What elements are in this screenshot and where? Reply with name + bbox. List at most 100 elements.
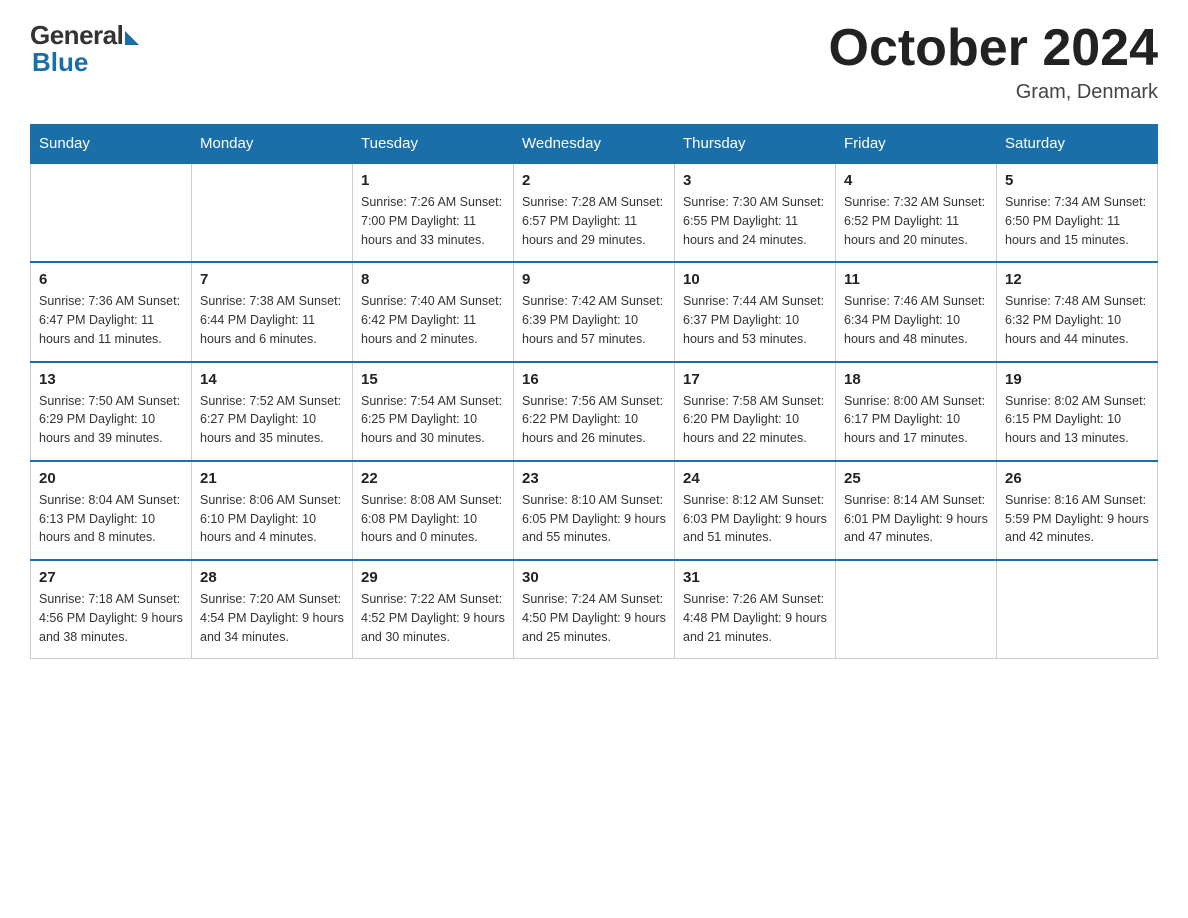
calendar-cell: 18 Sunrise: 8:00 AM Sunset: 6:17 PM Dayli… <box>836 362 997 461</box>
week-row-3: 13 Sunrise: 7:50 AM Sunset: 6:29 PM Dayli… <box>31 362 1158 461</box>
day-info: Sunrise: 7:38 AM Sunset: 6:44 PM Dayligh… <box>200 292 344 348</box>
day-number: 7 <box>200 271 344 288</box>
calendar-cell: 6 Sunrise: 7:36 AM Sunset: 6:47 PM Daylig… <box>31 262 192 361</box>
calendar-cell <box>192 163 353 262</box>
calendar-cell: 29 Sunrise: 7:22 AM Sunset: 4:52 PM Dayli… <box>353 560 514 659</box>
calendar-cell: 9 Sunrise: 7:42 AM Sunset: 6:39 PM Daylig… <box>514 262 675 361</box>
calendar-cell: 21 Sunrise: 8:06 AM Sunset: 6:10 PM Dayli… <box>192 461 353 560</box>
day-number: 12 <box>1005 271 1149 288</box>
calendar-table: SundayMondayTuesdayWednesdayThursdayFrid… <box>30 124 1158 659</box>
day-number: 17 <box>683 371 827 388</box>
day-info: Sunrise: 7:34 AM Sunset: 6:50 PM Dayligh… <box>1005 193 1149 249</box>
day-number: 20 <box>39 470 183 487</box>
day-info: Sunrise: 8:00 AM Sunset: 6:17 PM Dayligh… <box>844 392 988 448</box>
calendar-cell: 31Sunrise: 7:26 AM Sunset: 4:48 PM Dayli… <box>675 560 836 659</box>
day-number: 14 <box>200 371 344 388</box>
week-row-4: 20 Sunrise: 8:04 AM Sunset: 6:13 PM Dayli… <box>31 461 1158 560</box>
day-info: Sunrise: 8:12 AM Sunset: 6:03 PM Dayligh… <box>683 491 827 547</box>
day-number: 27 <box>39 569 183 586</box>
day-number: 23 <box>522 470 666 487</box>
weekday-header-row: SundayMondayTuesdayWednesdayThursdayFrid… <box>31 125 1158 164</box>
day-info: Sunrise: 7:56 AM Sunset: 6:22 PM Dayligh… <box>522 392 666 448</box>
calendar-cell: 27 Sunrise: 7:18 AM Sunset: 4:56 PM Dayli… <box>31 560 192 659</box>
logo-blue-text: Blue <box>30 47 88 78</box>
day-info: Sunrise: 7:40 AM Sunset: 6:42 PM Dayligh… <box>361 292 505 348</box>
day-info: Sunrise: 7:42 AM Sunset: 6:39 PM Dayligh… <box>522 292 666 348</box>
weekday-header-tuesday: Tuesday <box>353 125 514 164</box>
day-number: 6 <box>39 271 183 288</box>
calendar-cell: 5 Sunrise: 7:34 AM Sunset: 6:50 PM Daylig… <box>997 163 1158 262</box>
day-number: 28 <box>200 569 344 586</box>
day-info: Sunrise: 7:58 AM Sunset: 6:20 PM Dayligh… <box>683 392 827 448</box>
day-number: 9 <box>522 271 666 288</box>
day-number: 19 <box>1005 371 1149 388</box>
day-number: 29 <box>361 569 505 586</box>
day-info: Sunrise: 7:20 AM Sunset: 4:54 PM Dayligh… <box>200 590 344 646</box>
day-info: Sunrise: 7:22 AM Sunset: 4:52 PM Dayligh… <box>361 590 505 646</box>
calendar-cell: 11 Sunrise: 7:46 AM Sunset: 6:34 PM Dayli… <box>836 262 997 361</box>
location-title: Gram, Denmark <box>829 81 1159 104</box>
day-number: 8 <box>361 271 505 288</box>
day-info: Sunrise: 7:36 AM Sunset: 6:47 PM Dayligh… <box>39 292 183 348</box>
day-info: Sunrise: 8:04 AM Sunset: 6:13 PM Dayligh… <box>39 491 183 547</box>
day-number: 30 <box>522 569 666 586</box>
day-number: 24 <box>683 470 827 487</box>
day-number: 15 <box>361 371 505 388</box>
day-number: 3 <box>683 172 827 189</box>
calendar-cell: 19Sunrise: 8:02 AM Sunset: 6:15 PM Dayli… <box>997 362 1158 461</box>
day-info: Sunrise: 7:30 AM Sunset: 6:55 PM Dayligh… <box>683 193 827 249</box>
calendar-cell: 24 Sunrise: 8:12 AM Sunset: 6:03 PM Dayli… <box>675 461 836 560</box>
day-number: 2 <box>522 172 666 189</box>
day-info: Sunrise: 7:18 AM Sunset: 4:56 PM Dayligh… <box>39 590 183 646</box>
calendar-cell: 3 Sunrise: 7:30 AM Sunset: 6:55 PM Daylig… <box>675 163 836 262</box>
weekday-header-saturday: Saturday <box>997 125 1158 164</box>
logo: General Blue <box>30 20 139 78</box>
weekday-header-thursday: Thursday <box>675 125 836 164</box>
day-number: 21 <box>200 470 344 487</box>
calendar-cell: 2Sunrise: 7:28 AM Sunset: 6:57 PM Daylig… <box>514 163 675 262</box>
weekday-header-wednesday: Wednesday <box>514 125 675 164</box>
calendar-cell: 1 Sunrise: 7:26 AM Sunset: 7:00 PM Daylig… <box>353 163 514 262</box>
calendar-cell: 8 Sunrise: 7:40 AM Sunset: 6:42 PM Daylig… <box>353 262 514 361</box>
day-number: 22 <box>361 470 505 487</box>
calendar-cell: 10Sunrise: 7:44 AM Sunset: 6:37 PM Dayli… <box>675 262 836 361</box>
day-info: Sunrise: 7:26 AM Sunset: 7:00 PM Dayligh… <box>361 193 505 249</box>
day-info: Sunrise: 7:46 AM Sunset: 6:34 PM Dayligh… <box>844 292 988 348</box>
day-info: Sunrise: 7:48 AM Sunset: 6:32 PM Dayligh… <box>1005 292 1149 348</box>
calendar-cell: 15 Sunrise: 7:54 AM Sunset: 6:25 PM Dayli… <box>353 362 514 461</box>
day-number: 10 <box>683 271 827 288</box>
day-info: Sunrise: 8:14 AM Sunset: 6:01 PM Dayligh… <box>844 491 988 547</box>
calendar-cell: 20 Sunrise: 8:04 AM Sunset: 6:13 PM Dayli… <box>31 461 192 560</box>
calendar-cell: 25Sunrise: 8:14 AM Sunset: 6:01 PM Dayli… <box>836 461 997 560</box>
day-info: Sunrise: 8:10 AM Sunset: 6:05 PM Dayligh… <box>522 491 666 547</box>
day-info: Sunrise: 7:54 AM Sunset: 6:25 PM Dayligh… <box>361 392 505 448</box>
calendar-cell: 16Sunrise: 7:56 AM Sunset: 6:22 PM Dayli… <box>514 362 675 461</box>
day-number: 1 <box>361 172 505 189</box>
calendar-cell <box>31 163 192 262</box>
weekday-header-friday: Friday <box>836 125 997 164</box>
weekday-header-monday: Monday <box>192 125 353 164</box>
day-info: Sunrise: 8:08 AM Sunset: 6:08 PM Dayligh… <box>361 491 505 547</box>
page-header: General Blue October 2024 Gram, Denmark <box>30 20 1158 104</box>
week-row-5: 27 Sunrise: 7:18 AM Sunset: 4:56 PM Dayli… <box>31 560 1158 659</box>
calendar-cell: 28 Sunrise: 7:20 AM Sunset: 4:54 PM Dayli… <box>192 560 353 659</box>
day-number: 5 <box>1005 172 1149 189</box>
calendar-cell: 26Sunrise: 8:16 AM Sunset: 5:59 PM Dayli… <box>997 461 1158 560</box>
day-number: 4 <box>844 172 988 189</box>
day-number: 13 <box>39 371 183 388</box>
day-number: 11 <box>844 271 988 288</box>
calendar-cell: 17 Sunrise: 7:58 AM Sunset: 6:20 PM Dayli… <box>675 362 836 461</box>
day-info: Sunrise: 7:50 AM Sunset: 6:29 PM Dayligh… <box>39 392 183 448</box>
week-row-1: 1 Sunrise: 7:26 AM Sunset: 7:00 PM Daylig… <box>31 163 1158 262</box>
weekday-header-sunday: Sunday <box>31 125 192 164</box>
calendar-cell <box>997 560 1158 659</box>
calendar-cell: 13 Sunrise: 7:50 AM Sunset: 6:29 PM Dayli… <box>31 362 192 461</box>
title-block: October 2024 Gram, Denmark <box>829 20 1159 104</box>
calendar-cell: 14Sunrise: 7:52 AM Sunset: 6:27 PM Dayli… <box>192 362 353 461</box>
day-info: Sunrise: 8:06 AM Sunset: 6:10 PM Dayligh… <box>200 491 344 547</box>
day-number: 18 <box>844 371 988 388</box>
calendar-cell: 12 Sunrise: 7:48 AM Sunset: 6:32 PM Dayli… <box>997 262 1158 361</box>
calendar-cell <box>836 560 997 659</box>
day-info: Sunrise: 7:26 AM Sunset: 4:48 PM Dayligh… <box>683 590 827 646</box>
day-number: 26 <box>1005 470 1149 487</box>
